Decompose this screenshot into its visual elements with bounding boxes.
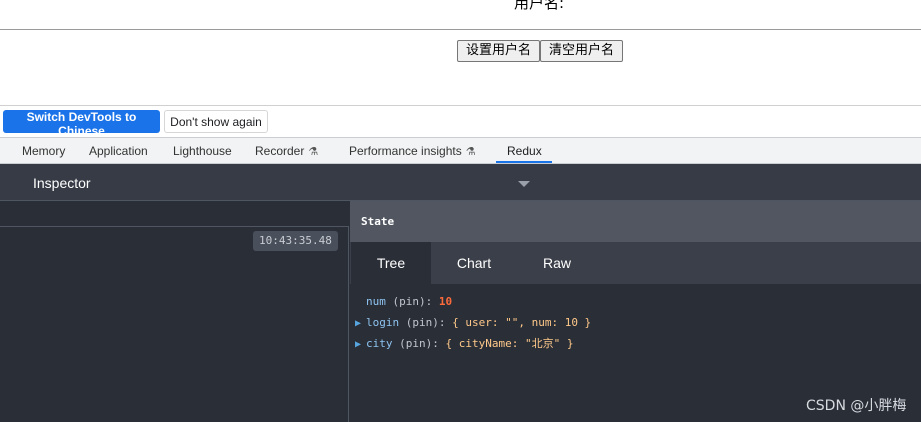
tab-label: Memory (22, 144, 66, 158)
tree-row-city[interactable]: ▶ city (pin): { cityName: "北京" } (355, 335, 573, 353)
action-list-pane: 10:43:35.48 (0, 201, 349, 422)
tab-label: Recorder (255, 144, 305, 158)
inspector-header: Inspector (0, 164, 921, 201)
tree-pin-label: (pin): (385, 295, 439, 308)
chevron-down-icon[interactable] (518, 181, 530, 187)
username-label: 用户名: (514, 0, 565, 12)
tree-pin-label: (pin): (399, 316, 453, 329)
tab-memory[interactable]: Memory (22, 138, 65, 164)
tab-label: Redux (507, 144, 542, 158)
view-tabs: Tree Chart Raw (350, 242, 921, 284)
state-header: State (350, 201, 921, 242)
state-title: State (361, 215, 395, 228)
tab-label: Application (89, 144, 148, 158)
tree-value: { cityName: "北京" } (445, 337, 574, 350)
dont-show-again-button[interactable]: Don't show again (164, 110, 268, 133)
devtools-language-banner: Switch DevTools to Chinese Don't show ag… (0, 105, 921, 138)
flask-icon: ⚗ (465, 146, 476, 158)
tree-pin-label: (pin): (392, 337, 446, 350)
tree-value: { user: "", num: 10 } (452, 316, 592, 329)
expand-arrow-icon[interactable]: ▶ (355, 315, 366, 333)
tree-value: 10 (438, 295, 453, 308)
redux-devtools-panel: Inspector 10:43:35.48 State Tree Chart R… (0, 164, 921, 422)
action-filter-input[interactable] (0, 201, 349, 227)
switch-devtools-language-button[interactable]: Switch DevTools to Chinese (3, 110, 160, 138)
tab-application[interactable]: Application (89, 138, 148, 164)
clear-username-button[interactable]: 清空用户名 (540, 40, 623, 62)
tree-row-num: num (pin): 10 (355, 293, 452, 311)
watermark: CSDN @小胖梅 (806, 398, 907, 414)
tab-lighthouse[interactable]: Lighthouse (173, 138, 232, 164)
tab-label: Lighthouse (173, 144, 232, 158)
divider (0, 29, 921, 30)
tab-chart[interactable]: Chart (434, 242, 514, 284)
inspector-title: Inspector (33, 175, 91, 191)
flask-icon: ⚗ (308, 146, 319, 158)
state-pane: State Tree Chart Raw num (pin): 10 ▶ logi… (350, 201, 921, 422)
active-tab-indicator (496, 161, 552, 163)
app-page: 用户名: 设置用户名 清空用户名 (0, 0, 921, 105)
tab-recorder[interactable]: Recorder ⚗ (255, 138, 318, 164)
tree-key: city (366, 337, 393, 350)
tree-key: num (366, 295, 386, 308)
action-timestamp: 10:43:35.48 (253, 231, 338, 251)
devtools-tab-strip: Memory Application Lighthouse Recorder ⚗ … (0, 137, 921, 164)
tab-tree[interactable]: Tree (351, 242, 431, 284)
set-username-button[interactable]: 设置用户名 (457, 40, 540, 62)
tree-row-login[interactable]: ▶ login (pin): { user: "", num: 10 } (355, 314, 591, 332)
tab-performance-insights[interactable]: Performance insights ⚗ (349, 138, 476, 164)
tab-raw[interactable]: Raw (517, 242, 597, 284)
expand-arrow-icon[interactable]: ▶ (355, 336, 366, 354)
tree-key: login (366, 316, 400, 329)
tab-label: Performance insights (349, 144, 462, 158)
